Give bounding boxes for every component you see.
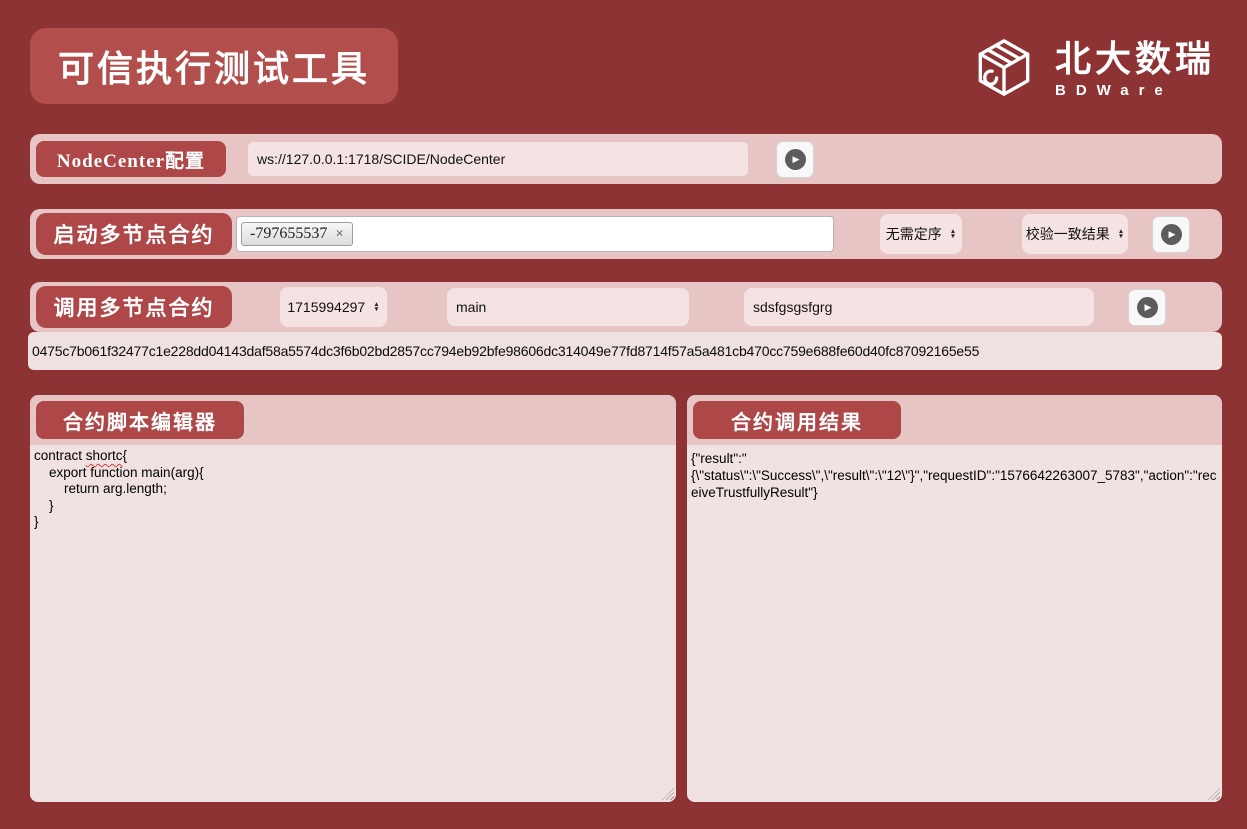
contract-hash-output: 0475c7b061f32477c1e228dd04143daf58a5574d… [28, 332, 1222, 370]
brand-name-en: BDWare [1055, 82, 1173, 99]
nodecenter-config-row: NodeCenter配置 ▶ [30, 134, 1222, 184]
page-title: 可信执行测试工具 [30, 28, 398, 104]
bdware-logo-icon [967, 32, 1041, 106]
play-icon: ▶ [1137, 297, 1158, 318]
editor-panel-header: 合约脚本编辑器 [30, 395, 676, 445]
contract-code-editor[interactable]: contract shortc{ export function main(ar… [30, 445, 676, 802]
start-contract-run-button[interactable]: ▶ [1152, 216, 1190, 253]
contract-id-tag: -797655537 × [241, 222, 353, 246]
select-arrows-icon: ▲▼ [1118, 229, 1124, 240]
order-mode-value: 无需定序 [886, 224, 942, 244]
nodecenter-config-label: NodeCenter配置 [36, 141, 226, 177]
result-panel-header: 合约调用结果 [687, 395, 1222, 445]
contract-id-select[interactable]: 1715994297 ▲▼ [280, 287, 387, 327]
code-segment: contract [34, 448, 86, 463]
brand-text: 北大数瑞 BDWare [1055, 39, 1215, 99]
brand-logo: 北大数瑞 BDWare [967, 32, 1215, 106]
contract-result-output[interactable]: {"result":" {\"status\":\"Success\",\"re… [687, 445, 1222, 802]
brand-name-cn: 北大数瑞 [1055, 39, 1215, 79]
start-contract-label: 启动多节点合约 [36, 213, 232, 255]
nodecenter-run-button[interactable]: ▶ [776, 141, 814, 178]
call-contract-row: 调用多节点合约 1715994297 ▲▼ ▶ [30, 282, 1222, 332]
play-icon: ▶ [785, 149, 806, 170]
contract-id-value: 1715994297 [287, 299, 365, 315]
call-contract-run-button[interactable]: ▶ [1128, 289, 1166, 326]
editor-panel: 合约脚本编辑器 contract shortc{ export function… [30, 395, 676, 802]
verify-mode-select[interactable]: 校验一致结果 ▲▼ [1022, 214, 1128, 254]
result-panel-title: 合约调用结果 [693, 401, 901, 439]
code-misspelled-word: shortc [86, 448, 123, 463]
argument-input[interactable] [744, 288, 1094, 326]
call-contract-label: 调用多节点合约 [36, 286, 232, 328]
select-arrows-icon: ▲▼ [373, 302, 379, 313]
nodecenter-url-input[interactable] [248, 142, 748, 176]
select-arrows-icon: ▲▼ [950, 229, 956, 240]
app-window: 可信执行测试工具 北大数瑞 BDWare NodeCenter配置 [0, 0, 1247, 829]
contract-tags-input[interactable]: -797655537 × [236, 216, 834, 252]
order-mode-select[interactable]: 无需定序 ▲▼ [880, 214, 962, 254]
play-icon: ▶ [1161, 224, 1182, 245]
method-name-input[interactable] [447, 288, 689, 326]
start-contract-row: 启动多节点合约 -797655537 × 无需定序 ▲▼ 校验一致结果 ▲▼ ▶ [30, 209, 1222, 259]
editor-panel-title: 合约脚本编辑器 [36, 401, 244, 439]
tag-close-icon[interactable]: × [335, 227, 344, 242]
tag-text: -797655537 [250, 225, 327, 243]
verify-mode-value: 校验一致结果 [1026, 224, 1110, 244]
panels-row: 合约脚本编辑器 contract shortc{ export function… [30, 395, 1222, 802]
result-panel: 合约调用结果 {"result":" {\"status\":\"Success… [687, 395, 1222, 802]
header: 可信执行测试工具 北大数瑞 BDWare [0, 0, 1247, 106]
